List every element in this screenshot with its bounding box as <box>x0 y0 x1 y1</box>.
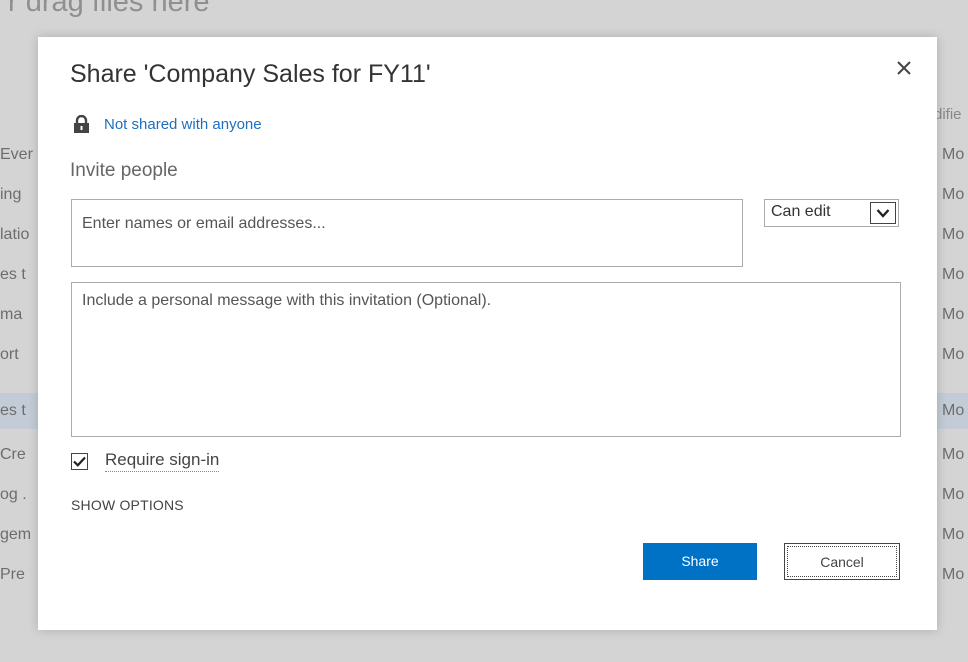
close-icon[interactable] <box>892 56 916 80</box>
list-item-name: es t <box>0 266 26 283</box>
checkmark-icon <box>73 456 86 467</box>
cancel-button[interactable]: Cancel <box>784 543 900 580</box>
list-item-modified: Mo <box>942 486 965 503</box>
list-item-modified: Mo <box>942 266 965 283</box>
require-signin-checkbox[interactable] <box>71 452 88 470</box>
modified-column-header: difie <box>934 106 962 123</box>
list-item-name: Ever <box>0 146 33 163</box>
list-item-modified: Mo <box>942 146 965 163</box>
permission-select[interactable]: Can edit <box>764 199 899 227</box>
list-item-modified: Mo <box>942 306 965 323</box>
list-item-modified: Mo <box>942 446 965 463</box>
list-item-modified: Mo <box>942 402 965 419</box>
list-item-modified: Mo <box>942 526 965 543</box>
list-item-name: latio <box>0 226 30 243</box>
lock-icon <box>73 114 90 133</box>
require-signin-label: Require sign-in <box>105 450 220 472</box>
list-item-name: es t <box>0 402 26 419</box>
show-options-link[interactable]: SHOW OPTIONS <box>71 497 184 513</box>
list-item-name: gem <box>0 526 32 543</box>
cancel-button-label: Cancel <box>787 546 897 577</box>
list-item-name: ort <box>0 346 19 363</box>
list-item-modified: Mo <box>942 346 965 363</box>
share-status: Not shared with anyone <box>73 114 262 133</box>
permission-value: Can edit <box>771 203 831 220</box>
list-item-modified: Mo <box>942 186 965 203</box>
dialog-title: Share 'Company Sales for FY11' <box>70 60 431 88</box>
list-item-name: ma <box>0 306 23 323</box>
share-button[interactable]: Share <box>643 543 757 580</box>
list-item-modified: Mo <box>942 226 965 243</box>
drag-files-hint: r drag files here <box>8 0 210 18</box>
list-item-name: ing <box>0 186 22 203</box>
share-dialog: Share 'Company Sales for FY11' Not share… <box>38 37 937 630</box>
list-item-name: Pre <box>0 566 25 583</box>
list-item-name: og . <box>0 486 27 503</box>
list-item-modified: Mo <box>942 566 965 583</box>
shared-with-link[interactable]: Not shared with anyone <box>104 116 262 133</box>
require-signin-option[interactable]: Require sign-in <box>71 450 220 472</box>
personal-message-input[interactable]: Include a personal message with this inv… <box>71 282 901 437</box>
people-input[interactable]: Enter names or email addresses... <box>71 199 743 267</box>
invite-people-label: Invite people <box>70 160 178 181</box>
list-item-name: Cre <box>0 446 26 463</box>
chevron-down-icon <box>870 202 896 224</box>
